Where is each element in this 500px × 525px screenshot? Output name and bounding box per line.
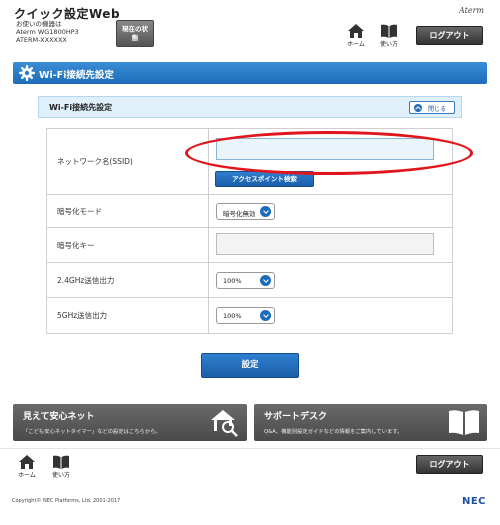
home-icon — [348, 24, 364, 38]
encryption-key-cell — [208, 227, 453, 263]
safe-net-title: 見えて安心ネット — [23, 412, 95, 422]
home-search-icon — [211, 410, 238, 437]
device-id: ATERM-XXXXXX — [16, 36, 67, 44]
chevron-down-icon — [260, 275, 271, 286]
chevron-up-icon — [414, 104, 422, 112]
footer-help-button[interactable]: 使い方 — [50, 455, 72, 479]
support-desk-title: サポートデスク — [264, 412, 328, 422]
ssid-label: ネットワーク名(SSID) — [46, 128, 209, 195]
encryption-key-label: 暗号化キー — [46, 227, 209, 263]
panel-title: Wi-Fi接続先設定 — [49, 103, 113, 112]
help-nav-label: 使い方 — [379, 41, 398, 48]
encryption-mode-select[interactable]: 暗号化無効 — [216, 203, 275, 220]
footer-home-button[interactable]: ホーム — [16, 455, 38, 479]
copyright: Copyright© NEC Platforms, Ltd. 2001-2017 — [12, 498, 121, 504]
current-status-label: 現在の状態 — [122, 25, 148, 42]
tx-power-5-value: 100% — [223, 312, 242, 320]
support-desk-description: Q&A、機能別設定ガイドなどの情報をご案内しています。 — [264, 429, 403, 435]
device-model: Aterm WG1800HP3 — [16, 28, 79, 36]
brand-logo: Aterm — [459, 6, 484, 15]
help-nav-button[interactable]: 使い方 — [378, 24, 400, 48]
device-label: お使いの機器は — [16, 20, 62, 28]
encryption-mode-label: 暗号化モード — [46, 194, 209, 228]
home-nav-button[interactable]: ホーム — [345, 24, 367, 48]
highlight-annotation — [185, 131, 473, 175]
encryption-mode-cell: 暗号化無効 — [208, 194, 453, 228]
safe-net-description: 「こども安心ネットタイマー」などの設定はこちらから。 — [23, 429, 161, 435]
tx-power-5-select[interactable]: 100% — [216, 307, 275, 324]
book-icon — [449, 410, 479, 435]
page-title: Wi-Fi接続先設定 — [39, 70, 114, 81]
home-nav-label: ホーム — [347, 41, 365, 48]
header: クイック設定Web お使いの機器は Aterm WG1800HP3 ATERM-… — [0, 0, 500, 56]
tx-power-5-row: 5GHz送信出力 100% — [46, 297, 453, 334]
tx-power-24-cell: 100% — [208, 262, 453, 298]
home-icon — [19, 455, 35, 469]
submit-button[interactable]: 設定 — [201, 353, 299, 378]
safe-net-banner[interactable]: 見えて安心ネット 「こども安心ネットタイマー」などの設定はこちらから。 — [13, 404, 247, 441]
collapse-label: 閉じる — [428, 106, 447, 113]
encryption-key-input[interactable] — [216, 233, 434, 255]
device-info: お使いの機器は Aterm WG1800HP3 ATERM-XXXXXX — [16, 20, 79, 44]
footer-logout-button[interactable]: ログアウト — [416, 455, 483, 474]
footer-home-label: ホーム — [18, 472, 36, 479]
tx-power-24-row: 2.4GHz送信出力 100% — [46, 262, 453, 298]
tx-power-24-label: 2.4GHz送信出力 — [46, 262, 209, 298]
current-status-button[interactable]: 現在の状態 — [116, 20, 154, 47]
logout-button[interactable]: ログアウト — [416, 26, 483, 45]
support-desk-banner[interactable]: サポートデスク Q&A、機能別設定ガイドなどの情報をご案内しています。 — [254, 404, 487, 441]
chevron-down-icon — [260, 206, 271, 217]
collapse-button[interactable]: 閉じる — [409, 101, 455, 114]
chevron-down-icon — [260, 310, 271, 321]
book-icon — [53, 455, 69, 469]
footer-help-label: 使い方 — [51, 472, 70, 479]
encryption-mode-value: 暗号化無効 — [223, 210, 256, 218]
nec-logo: NEC — [461, 496, 486, 507]
page-title-bar: Wi-Fi接続先設定 — [13, 62, 487, 84]
footer-divider — [0, 448, 500, 449]
book-icon — [381, 24, 397, 38]
encryption-mode-row: 暗号化モード 暗号化無効 — [46, 194, 453, 228]
encryption-key-row: 暗号化キー — [46, 227, 453, 263]
tx-power-24-value: 100% — [223, 277, 242, 285]
tx-power-24-select[interactable]: 100% — [216, 272, 275, 289]
tx-power-5-label: 5GHz送信出力 — [46, 297, 209, 334]
panel-header: Wi-Fi接続先設定 閉じる — [38, 96, 462, 118]
tx-power-5-cell: 100% — [208, 297, 453, 334]
gear-icon — [19, 65, 35, 81]
